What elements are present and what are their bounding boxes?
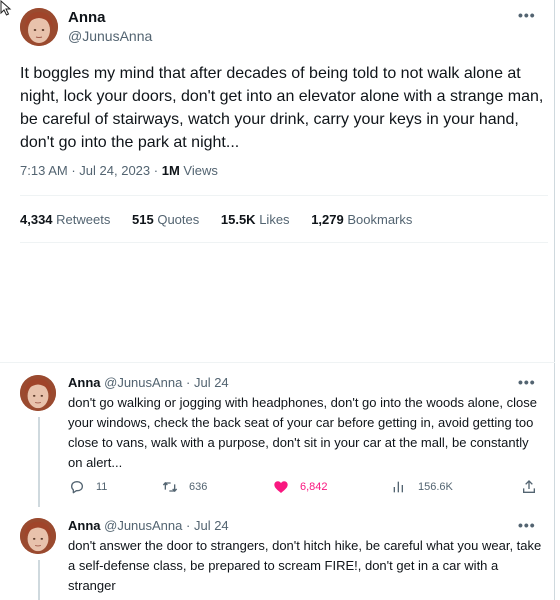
reply-action[interactable]: 11 [68, 479, 107, 495]
bookmarks-count: 1,279 [311, 212, 344, 227]
thread-line [38, 417, 40, 507]
divider [0, 362, 555, 363]
bookmarks-stat[interactable]: 1,279 Bookmarks [311, 212, 412, 227]
separator: · [71, 163, 76, 178]
reply-text: don't go walking or jogging with headpho… [68, 395, 537, 470]
quotes-label: Quotes [157, 212, 200, 227]
more-horizontal-icon[interactable]: ••• [518, 375, 536, 389]
tweet-time[interactable]: 7:13 AM [20, 163, 68, 178]
retweet-action[interactable]: 636 [161, 479, 207, 495]
more-horizontal-icon[interactable]: ••• [518, 8, 536, 22]
quotes-count: 515 [132, 212, 154, 227]
tweet-meta: 7:13 AM · Jul 24, 2023 · 1M Views [20, 163, 218, 178]
tweet-date[interactable]: Jul 24, 2023 [79, 163, 150, 178]
views-action[interactable]: 156.6K [390, 479, 453, 495]
reply-tweet[interactable]: Anna @JunusAnna · Jul 24 ••• don't go wa… [0, 375, 555, 507]
retweet-count: 636 [189, 481, 208, 493]
separator: · [153, 163, 159, 178]
share-action[interactable] [520, 479, 548, 495]
avatar[interactable] [20, 375, 56, 411]
reply-actions: 11 636 6,842 156.6K [68, 479, 538, 499]
separator: · [186, 518, 191, 533]
heart-filled-icon [274, 481, 288, 493]
avatar[interactable] [20, 518, 56, 554]
bookmarks-label: Bookmarks [347, 212, 413, 227]
analytics-icon [393, 481, 403, 493]
avatar[interactable] [20, 8, 58, 46]
share-icon [523, 480, 535, 493]
author-handle[interactable]: @JunusAnna [104, 375, 182, 390]
views-count: 1M [161, 163, 180, 178]
retweets-count: 4,334 [20, 212, 53, 227]
author-name[interactable]: Anna [68, 9, 106, 26]
reply-date[interactable]: Jul 24 [194, 375, 229, 390]
reply-icon [71, 481, 83, 494]
likes-count: 15.5K [220, 212, 256, 227]
divider [20, 242, 548, 243]
tweet-text: It boggles my mind that after decades of… [20, 65, 544, 151]
like-action[interactable]: 6,842 [272, 479, 328, 495]
separator: · [186, 375, 191, 390]
more-horizontal-icon[interactable]: ••• [518, 518, 536, 532]
engagement-stats: 4,334 Retweets 515 Quotes 15.5K Likes 1,… [20, 212, 430, 227]
reply-header: Anna @JunusAnna · Jul 24 [68, 375, 229, 390]
views-count: 156.6K [418, 481, 453, 493]
author-handle[interactable]: @JunusAnna [104, 518, 182, 533]
likes-label: Likes [259, 212, 290, 227]
reply-text: don't answer the door to strangers, don'… [68, 538, 542, 593]
author-name[interactable]: Anna [68, 375, 101, 390]
retweet-icon [162, 482, 178, 492]
thread-line [38, 560, 40, 600]
quotes-stat[interactable]: 515 Quotes [132, 212, 203, 227]
author-handle[interactable]: @JunusAnna [68, 28, 152, 44]
like-count: 6,842 [300, 481, 328, 493]
views-label: Views [183, 163, 218, 178]
reply-header: Anna @JunusAnna · Jul 24 [68, 518, 229, 533]
divider [20, 195, 548, 196]
reply-tweet[interactable]: Anna @JunusAnna · Jul 24 ••• don't answe… [0, 518, 555, 600]
timeline-border [554, 0, 555, 600]
reply-count: 11 [96, 481, 108, 493]
author-name[interactable]: Anna [68, 518, 101, 533]
reply-date[interactable]: Jul 24 [194, 518, 229, 533]
retweets-stat[interactable]: 4,334 Retweets [20, 212, 114, 227]
likes-stat[interactable]: 15.5K Likes [221, 212, 293, 227]
retweets-label: Retweets [56, 212, 111, 227]
mouse-cursor-icon [0, 0, 12, 16]
